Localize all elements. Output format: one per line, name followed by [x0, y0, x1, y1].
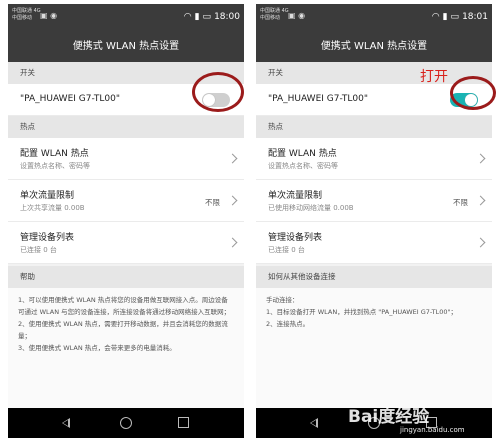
- chevron-right-icon: [227, 237, 238, 248]
- chevron-right-icon: [475, 195, 486, 206]
- carrier-label: 中国移动: [260, 15, 281, 21]
- data-limit-subtitle: 已使用移动网络流量 0.00B: [268, 204, 354, 212]
- manage-devices-subtitle: 已连接 0 台: [268, 246, 305, 254]
- section-header-hotspot: 热点: [256, 116, 492, 138]
- section-header-hotspot: 热点: [8, 116, 244, 138]
- page-title: 便携式 WLAN 热点设置: [256, 32, 492, 62]
- data-limit-row[interactable]: 单次流量限制 已使用移动网络流量 0.00B 不限: [256, 180, 492, 222]
- signal-icon: ▮: [442, 12, 448, 22]
- manage-devices-row[interactable]: 管理设备列表 已连接 0 台: [8, 222, 244, 264]
- clock: 18:00: [214, 12, 240, 22]
- data-limit-subtitle: 上次共享流量 0.00B: [20, 204, 85, 212]
- section-header-connect-help: 如何从其他设备连接: [256, 266, 492, 288]
- battery-icon: ▭: [450, 12, 460, 22]
- manage-devices-subtitle: 已连接 0 台: [20, 246, 57, 254]
- configure-hotspot-title: 配置 WLAN 热点: [20, 149, 89, 159]
- home-circle-icon[interactable]: [120, 417, 132, 429]
- configure-hotspot-subtitle: 设置热点名称、密码等: [20, 162, 90, 170]
- recent-square-icon[interactable]: [178, 417, 189, 428]
- chevron-right-icon: [475, 153, 486, 164]
- help-line: 1、目标设备打开 WLAN，并找到热点 "PA_HUAWEI G7-TL00"；: [266, 308, 457, 316]
- page-title: 便携式 WLAN 热点设置: [8, 32, 244, 62]
- watermark-url: jingyan.baidu.com: [400, 426, 465, 434]
- manage-devices-title: 管理设备列表: [20, 233, 75, 243]
- data-limit-title: 单次流量限制: [268, 191, 323, 201]
- configure-hotspot-row[interactable]: 配置 WLAN 热点 设置热点名称、密码等: [256, 138, 492, 180]
- highlight-circle: [450, 76, 496, 110]
- manage-devices-row[interactable]: 管理设备列表 已连接 0 台: [256, 222, 492, 264]
- configure-hotspot-row[interactable]: 配置 WLAN 热点 设置热点名称、密码等: [8, 138, 244, 180]
- help-text: 手动连接： 1、目标设备打开 WLAN，并找到热点 "PA_HUAWEI G7-…: [256, 288, 492, 408]
- configure-hotspot-title: 配置 WLAN 热点: [268, 149, 337, 159]
- ssid-label: "PA_HUAWEI G7-TL00": [268, 94, 368, 104]
- data-limit-value: 不限: [453, 198, 468, 207]
- carrier-label: 中国联通 4G: [12, 8, 41, 14]
- help-line: 手动连接：: [266, 296, 299, 304]
- ssid-label: "PA_HUAWEI G7-TL00": [20, 94, 120, 104]
- battery-icon: ▭: [202, 12, 212, 22]
- notification-icons: ▣ ◉: [40, 11, 58, 20]
- help-line: 3、使用便携式 WLAN 热点，会带来更多的电量消耗。: [18, 344, 176, 352]
- manage-devices-title: 管理设备列表: [268, 233, 323, 243]
- back-triangle-icon[interactable]: [62, 418, 70, 428]
- section-header-help: 帮助: [8, 266, 244, 288]
- status-bar: 中国联通 4G 中国移动 ▣ ◉ ◠ ▮ ▭ 18:00: [8, 4, 244, 32]
- help-line: 2、使用便携式 WLAN 热点，需要打开移动数据，并且会消耗您的数据流量；: [18, 320, 228, 340]
- wifi-icon: ◠: [183, 12, 192, 22]
- data-limit-title: 单次流量限制: [20, 191, 75, 201]
- navigation-bar: [8, 408, 244, 438]
- notification-icons: ▣ ◉: [288, 11, 306, 20]
- signal-icon: ▮: [194, 12, 200, 22]
- phone-screen-left: 中国联通 4G 中国移动 ▣ ◉ ◠ ▮ ▭ 18:00 便携式 WLAN 热点设置 …: [8, 4, 244, 438]
- help-line: 1、可以使用便携式 WLAN 热点将您的设备用做互联网接入点。周边设备可通过 W…: [18, 296, 231, 316]
- configure-hotspot-subtitle: 设置热点名称、密码等: [268, 162, 338, 170]
- status-bar: 中国联通 4G 中国移动 ▣ ◉ ◠ ▮ ▭ 18:01: [256, 4, 492, 32]
- annotation-label: 打开: [420, 69, 448, 85]
- highlight-circle: [192, 72, 244, 112]
- wifi-icon: ◠: [431, 12, 440, 22]
- data-limit-row[interactable]: 单次流量限制 上次共享流量 0.00B 不限: [8, 180, 244, 222]
- chevron-right-icon: [227, 195, 238, 206]
- clock: 18:01: [462, 12, 488, 22]
- carrier-label: 中国联通 4G: [260, 8, 289, 14]
- help-text: 1、可以使用便携式 WLAN 热点将您的设备用做互联网接入点。周边设备可通过 W…: [8, 288, 244, 408]
- back-triangle-icon[interactable]: [310, 418, 318, 428]
- help-line: 2、连接热点。: [266, 320, 310, 328]
- chevron-right-icon: [227, 153, 238, 164]
- chevron-right-icon: [475, 237, 486, 248]
- carrier-label: 中国移动: [12, 15, 33, 21]
- data-limit-value: 不限: [205, 198, 220, 207]
- phone-screen-right: 中国联通 4G 中国移动 ▣ ◉ ◠ ▮ ▭ 18:01 便携式 WLAN 热点设置 …: [256, 4, 492, 438]
- watermark-logo: Bai度经验: [348, 407, 430, 427]
